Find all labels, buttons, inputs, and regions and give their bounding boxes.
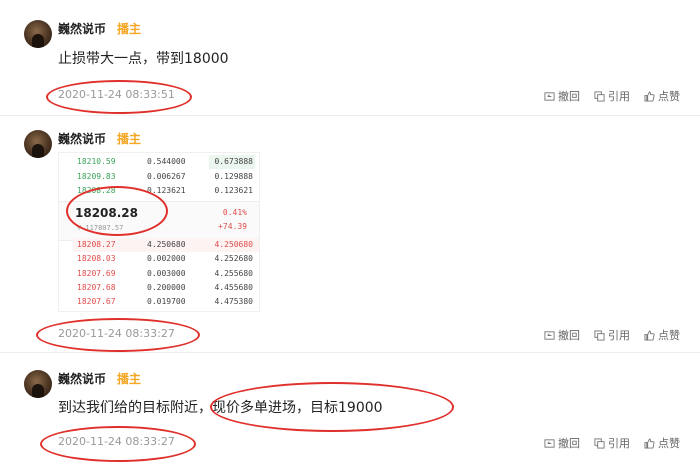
message-text: 到达我们给的目标附近，现价多单进场，目标19000 (58, 400, 383, 416)
quote-icon (594, 437, 605, 449)
thumbs-up-icon (644, 437, 655, 449)
like-button[interactable]: 点赞 (644, 435, 680, 451)
quote-button[interactable]: 引用 (594, 435, 630, 451)
author-name[interactable]: 巍然说币 (58, 370, 106, 387)
post-actions: 撤回 引用 点赞 (544, 435, 680, 451)
withdraw-button[interactable]: 撤回 (544, 435, 580, 451)
withdraw-icon (544, 438, 555, 448)
post-3: 巍然说币 播主 到达我们给的目标附近，现价多单进场，目标19000 2020-1… (0, 0, 700, 465)
withdraw-label: 撤回 (558, 437, 580, 450)
timestamp: 2020-11-24 08:33:27 (58, 435, 175, 448)
like-label: 点赞 (658, 437, 680, 450)
avatar[interactable] (24, 370, 52, 398)
quote-label: 引用 (608, 437, 630, 450)
host-badge: 播主 (117, 372, 142, 386)
